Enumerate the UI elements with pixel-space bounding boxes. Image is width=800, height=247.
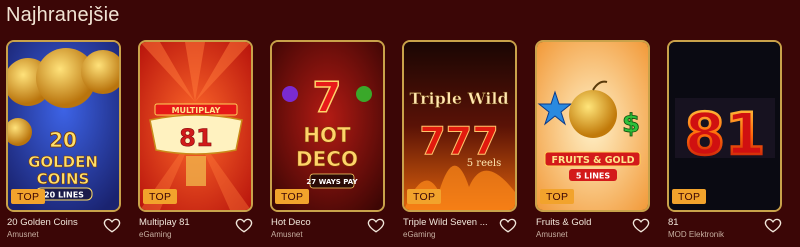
game-provider: Amusnet [7,230,39,239]
art-label: MULTIPLAY [172,106,221,115]
game-artwork: MULTIPLAY 81 [140,42,251,210]
top-badge: TOP [672,189,707,204]
game-card[interactable]: 81 TOP 81 MOD Elektronik [667,40,782,239]
game-provider: MOD Elektronik [668,230,725,239]
game-provider: Amusnet [271,230,303,239]
section-title: Najhranejšie [6,4,120,26]
game-artwork: $ FRUITS & GOLD 5 LINES [537,42,648,210]
dollar-icon: $ [622,109,640,139]
game-provider: Amusnet [536,230,568,239]
art-title: 81 [685,100,766,168]
top-badge: TOP [540,189,575,204]
game-provider: eGaming [403,230,436,239]
heart-icon[interactable] [764,216,782,234]
game-thumbnail[interactable]: 81 TOP [667,40,782,212]
game-artwork: 7 HOT DECO 27 WAYS PAY [272,42,383,210]
heart-icon[interactable] [632,216,650,234]
heart-icon[interactable] [235,216,253,234]
game-thumbnail[interactable]: 7 HOT DECO 27 WAYS PAY TOP [270,40,385,212]
art-label: 20 LINES [44,191,84,200]
art-label: 27 WAYS PAY [306,178,358,186]
game-name[interactable]: Triple Wild Seven ... [403,217,495,228]
game-thumbnail[interactable]: 20 GOLDEN COINS 20 LINES TOP [6,40,121,212]
game-card[interactable]: Triple Wild 777 5 reels TOP Triple Wild … [402,40,517,239]
game-card[interactable]: 20 GOLDEN COINS 20 LINES TOP 20 Golden C… [6,40,121,239]
game-name[interactable]: Multiplay 81 [139,217,231,228]
art-title: DECO [296,147,358,171]
top-badge: TOP [407,189,442,204]
art-label: 5 reels [467,158,502,169]
game-name[interactable]: 81 [668,217,760,228]
game-provider: eGaming [139,230,172,239]
top-badge: TOP [143,189,178,204]
art-title: 20 [49,128,77,152]
game-name[interactable]: Hot Deco [271,217,363,228]
top-badge: TOP [11,189,46,204]
game-artwork: 20 GOLDEN COINS 20 LINES [8,42,119,210]
heart-icon[interactable] [103,216,121,234]
game-artwork: 81 [669,42,780,210]
game-artwork: Triple Wild 777 5 reels [404,42,515,210]
art-title: COINS [37,170,90,188]
game-thumbnail[interactable]: $ FRUITS & GOLD 5 LINES TOP [535,40,650,212]
art-title: HOT [303,123,351,147]
art-title: Triple Wild [409,89,508,108]
game-card[interactable]: $ FRUITS & GOLD 5 LINES TOP Fruits & Gol… [535,40,650,239]
art-label: 5 LINES [576,172,611,181]
art-title: 81 [179,124,212,152]
art-title: GOLDEN [28,153,98,171]
art-title: 777 [419,119,498,163]
art-title: 7 [312,73,341,122]
heart-icon[interactable] [499,216,517,234]
game-card[interactable]: 7 HOT DECO 27 WAYS PAY TOP Hot Deco Amus… [270,40,385,239]
top-badge: TOP [275,189,310,204]
game-name[interactable]: 20 Golden Coins [7,217,99,228]
game-name[interactable]: Fruits & Gold [536,217,628,228]
game-thumbnail[interactable]: MULTIPLAY 81 TOP [138,40,253,212]
game-card[interactable]: MULTIPLAY 81 TOP Multiplay 81 eGaming [138,40,253,239]
art-title: FRUITS & GOLD [551,155,634,166]
game-thumbnail[interactable]: Triple Wild 777 5 reels TOP [402,40,517,212]
heart-icon[interactable] [367,216,385,234]
